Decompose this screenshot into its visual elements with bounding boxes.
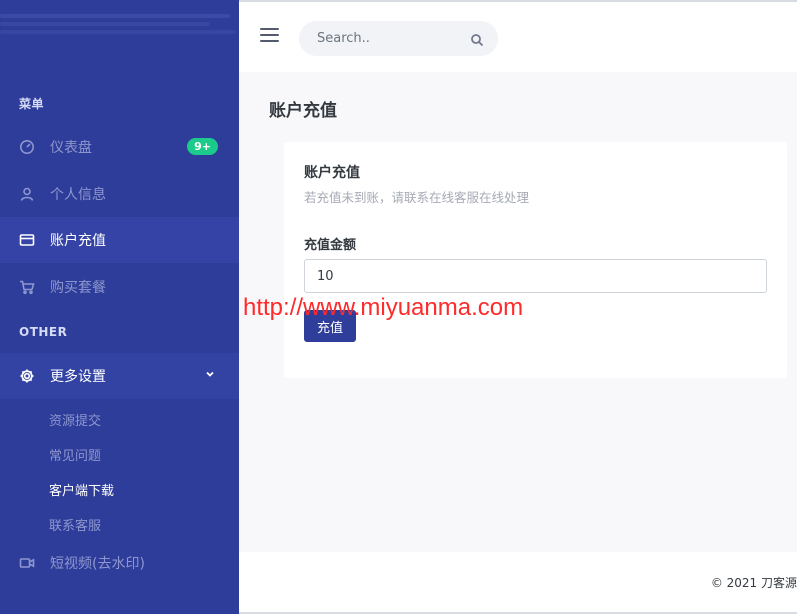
sidebar-item-recharge[interactable]: 账户充值 <box>0 217 239 263</box>
sidebar-item-label: 个人信息 <box>50 187 106 203</box>
dashboard-icon <box>19 139 35 155</box>
other-section-title: OTHER <box>19 325 68 339</box>
sidebar: 菜单 仪表盘 9+ 个人信息 账户充值 购买套餐 OTHER 更多设置 资源提交… <box>0 0 239 614</box>
logo[interactable] <box>0 10 239 60</box>
amount-input[interactable] <box>304 259 767 293</box>
sidebar-item-label: 购买套餐 <box>50 280 106 296</box>
copyright-text: © 2021 刀客源 <box>710 576 797 590</box>
sidebar-item-purchase[interactable]: 购买套餐 <box>0 264 239 310</box>
footer: © 2021 刀客源 <box>239 552 797 614</box>
chevron-down-icon[interactable] <box>203 367 217 381</box>
amount-label: 充值金额 <box>304 238 357 253</box>
sidebar-item-label: 账户充值 <box>50 233 106 249</box>
topbar <box>239 0 797 72</box>
submenu-item-faq[interactable]: 常见问题 <box>49 445 101 464</box>
search-input[interactable] <box>299 21 498 56</box>
page-title: 账户充值 <box>269 101 337 121</box>
sidebar-item-dashboard[interactable]: 仪表盘 9+ <box>0 124 239 170</box>
menu-toggle-icon[interactable] <box>260 28 279 44</box>
watermark-text: http://www.miyuanma.com <box>243 294 524 321</box>
sidebar-item-label: 短视频(去水印) <box>50 556 145 572</box>
credit-card-icon <box>19 232 35 248</box>
user-icon <box>19 186 35 202</box>
sidebar-item-label: 仪表盘 <box>50 140 92 156</box>
gear-icon <box>19 368 35 384</box>
video-icon <box>19 555 35 571</box>
submenu-item-contact-support[interactable]: 联系客服 <box>49 515 101 534</box>
cart-icon <box>19 279 35 295</box>
notification-badge: 9+ <box>187 138 218 155</box>
sidebar-item-video[interactable]: 短视频(去水印) <box>0 540 239 586</box>
sidebar-item-settings[interactable]: 更多设置 <box>0 353 239 399</box>
card-title: 账户充值 <box>304 165 360 181</box>
submenu-item-client-download[interactable]: 客户端下载 <box>49 480 114 499</box>
sidebar-item-label: 更多设置 <box>50 369 106 385</box>
sidebar-item-profile[interactable]: 个人信息 <box>0 171 239 217</box>
card-description: 若充值未到账，请联系在线客服在线处理 <box>304 190 530 205</box>
main-content: 账户充值 账户充值 若充值未到账，请联系在线客服在线处理 充值金额 充值 htt… <box>239 72 797 552</box>
menu-section-title: 菜单 <box>19 97 45 111</box>
recharge-card: 账户充值 若充值未到账，请联系在线客服在线处理 充值金额 充值 <box>284 142 787 378</box>
search-icon[interactable] <box>470 33 484 47</box>
submenu-item-resource-submit[interactable]: 资源提交 <box>49 410 101 429</box>
